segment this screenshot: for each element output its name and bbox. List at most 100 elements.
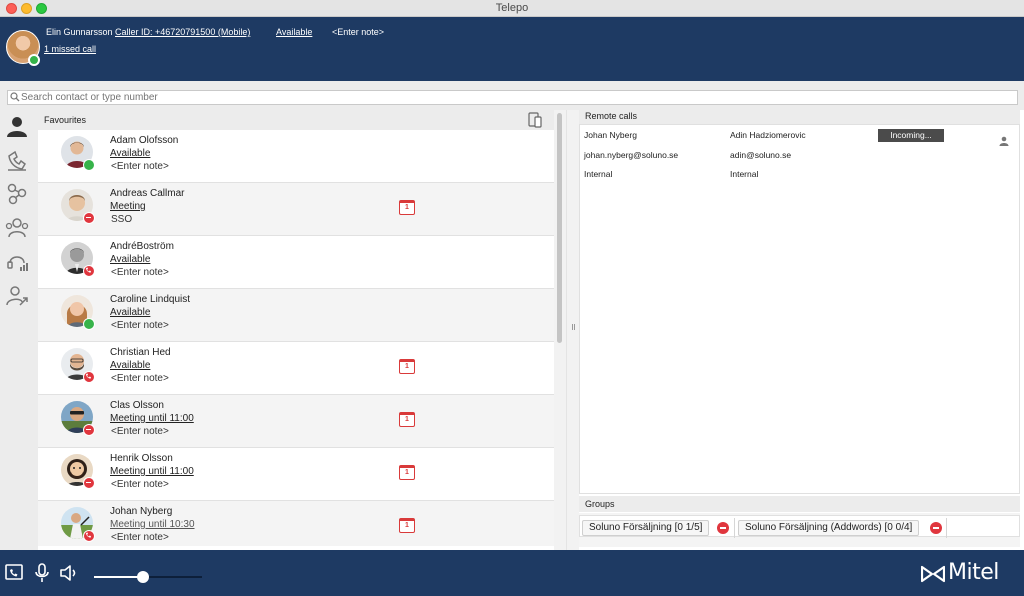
footer-bar: Mitel: [0, 550, 1024, 596]
contact-note[interactable]: <Enter note>: [111, 373, 169, 384]
search-input[interactable]: [21, 91, 1011, 104]
incoming-call-badge[interactable]: Incoming...: [878, 129, 944, 142]
presence-on-call-icon: [83, 371, 95, 383]
softphone-icon[interactable]: [4, 563, 24, 583]
presence-available-icon: [83, 318, 95, 330]
group-button[interactable]: Soluno Försäljning (Addwords) [0 0/4]: [738, 520, 920, 536]
network-nav-icon[interactable]: [5, 182, 29, 206]
group-button[interactable]: Soluno Försäljning [0 1/5]: [582, 520, 710, 536]
contact-row[interactable]: Andreas Callmar Meeting SSO 1: [38, 183, 554, 236]
volume-slider-handle[interactable]: [137, 571, 149, 583]
contact-row[interactable]: Henrik Olsson Meeting until 11:00 <Enter…: [38, 448, 554, 501]
presence-on-call-icon: [83, 265, 95, 277]
contact-note[interactable]: <Enter note>: [111, 320, 169, 331]
contact-name: Henrik Olsson: [110, 453, 173, 464]
favourites-title: Favourites: [44, 115, 87, 125]
contact-name: Adam Olofsson: [110, 135, 179, 146]
contact-row[interactable]: Caroline Lindquist Available <Enter note…: [38, 289, 554, 342]
search-box[interactable]: [7, 90, 1018, 105]
group-divider: [734, 518, 735, 538]
contact-note[interactable]: <Enter note>: [111, 161, 169, 172]
pickup-call-icon[interactable]: [998, 135, 1010, 147]
calendar-icon[interactable]: 1: [399, 465, 415, 480]
contact-row[interactable]: Clas Olsson Meeting until 11:00 <Enter n…: [38, 395, 554, 448]
contact-name: Christian Hed: [110, 347, 171, 358]
user-presence-indicator: [28, 54, 40, 66]
contact-note[interactable]: <Enter note>: [111, 532, 169, 543]
callee-email: adin@soluno.se: [730, 150, 792, 160]
brand-name: Mitel: [948, 560, 999, 585]
caller-id-link[interactable]: Caller ID: +46720791500 (Mobile): [115, 27, 250, 37]
close-window-button[interactable]: [6, 3, 17, 14]
microphone-icon[interactable]: [32, 563, 52, 583]
search-icon: [10, 92, 20, 102]
caller-type: Internal: [584, 169, 613, 179]
contact-status[interactable]: Meeting until 11:00: [110, 413, 194, 424]
transfer-nav-icon[interactable]: [5, 284, 29, 308]
contacts-nav-icon[interactable]: [5, 115, 29, 139]
contact-status[interactable]: Meeting: [110, 201, 146, 212]
splitter-grip-icon[interactable]: [572, 324, 575, 330]
contact-row[interactable]: AndréBoström Available <Enter note>: [38, 236, 554, 289]
caller-name: Johan Nyberg: [584, 130, 637, 140]
panel-splitter[interactable]: [566, 110, 579, 550]
contact-row[interactable]: Johan Nyberg Meeting until 10:30 <Enter …: [38, 501, 554, 546]
contact-note[interactable]: <Enter note>: [111, 426, 169, 437]
contact-note[interactable]: <Enter note>: [111, 267, 169, 278]
contact-name: Andreas Callmar: [110, 188, 185, 199]
presence-busy-icon: [83, 424, 95, 436]
favourites-header: Favourites: [38, 110, 554, 130]
callee-type: Internal: [730, 169, 759, 179]
maximize-window-button[interactable]: [36, 3, 47, 14]
caller-email: johan.nyberg@soluno.se: [584, 150, 679, 160]
leave-group-icon[interactable]: [930, 522, 942, 534]
contact-name: AndréBoström: [110, 241, 174, 252]
contact-status[interactable]: Meeting until 10:30: [110, 519, 195, 530]
presence-on-call-icon: [83, 530, 95, 542]
user-header: Elin Gunnarsson Caller ID: +46720791500 …: [0, 17, 1024, 81]
user-status-link[interactable]: Available: [276, 27, 312, 37]
window-titlebar: Telepo: [0, 0, 1024, 17]
contact-status[interactable]: Available: [110, 307, 150, 318]
groups-panel: Soluno Försäljning [0 1/5] Soluno Försäl…: [579, 513, 1020, 547]
speaker-icon[interactable]: [59, 563, 79, 583]
user-note[interactable]: <Enter note>: [332, 27, 384, 37]
scrollbar-thumb[interactable]: [557, 113, 562, 343]
presence-available-icon: [83, 159, 95, 171]
remote-calls-title: Remote calls: [585, 111, 638, 121]
contact-status[interactable]: Available: [110, 254, 150, 265]
missed-calls-link[interactable]: 1 missed call: [44, 44, 96, 54]
devices-icon[interactable]: [527, 112, 543, 128]
contact-row[interactable]: Adam Olofsson Available <Enter note>: [38, 130, 554, 183]
favourites-scrollbar[interactable]: [554, 110, 566, 550]
contact-note[interactable]: SSO: [111, 214, 132, 225]
contact-status[interactable]: Available: [110, 148, 150, 159]
group-divider: [946, 518, 947, 538]
contact-row[interactable]: Christian Hed Available <Enter note> 1: [38, 342, 554, 395]
contact-status[interactable]: Meeting until 11:00: [110, 466, 194, 477]
contact-note[interactable]: <Enter note>: [111, 479, 169, 490]
contact-name: Clas Olsson: [110, 400, 164, 411]
calendar-icon[interactable]: 1: [399, 359, 415, 374]
groups-header: Groups: [579, 496, 1020, 512]
mitel-logo-icon: [921, 565, 945, 583]
call-history-nav-icon[interactable]: [5, 148, 29, 172]
contact-name: Johan Nyberg: [110, 506, 173, 517]
groups-nav-icon[interactable]: [5, 216, 29, 240]
groups-strip: Soluno Försäljning [0 1/5] Soluno Försäl…: [579, 515, 1020, 538]
calendar-icon[interactable]: 1: [399, 518, 415, 533]
calendar-icon[interactable]: 1: [399, 200, 415, 215]
user-name: Elin Gunnarsson: [46, 27, 113, 37]
callee-name: Adin Hadziomerovic: [730, 130, 806, 140]
minimize-window-button[interactable]: [21, 3, 32, 14]
contact-status[interactable]: Available: [110, 360, 150, 371]
presence-busy-icon: [83, 212, 95, 224]
remote-calls-header: Remote calls: [579, 110, 1020, 124]
calendar-icon[interactable]: 1: [399, 412, 415, 427]
queue-stats-nav-icon[interactable]: [5, 250, 29, 274]
leave-group-icon[interactable]: [717, 522, 729, 534]
remote-calls-panel: Johan Nyberg Adin Hadziomerovic Incoming…: [579, 124, 1020, 494]
window-title: Telepo: [495, 2, 529, 14]
groups-title: Groups: [585, 499, 615, 509]
presence-busy-icon: [83, 477, 95, 489]
